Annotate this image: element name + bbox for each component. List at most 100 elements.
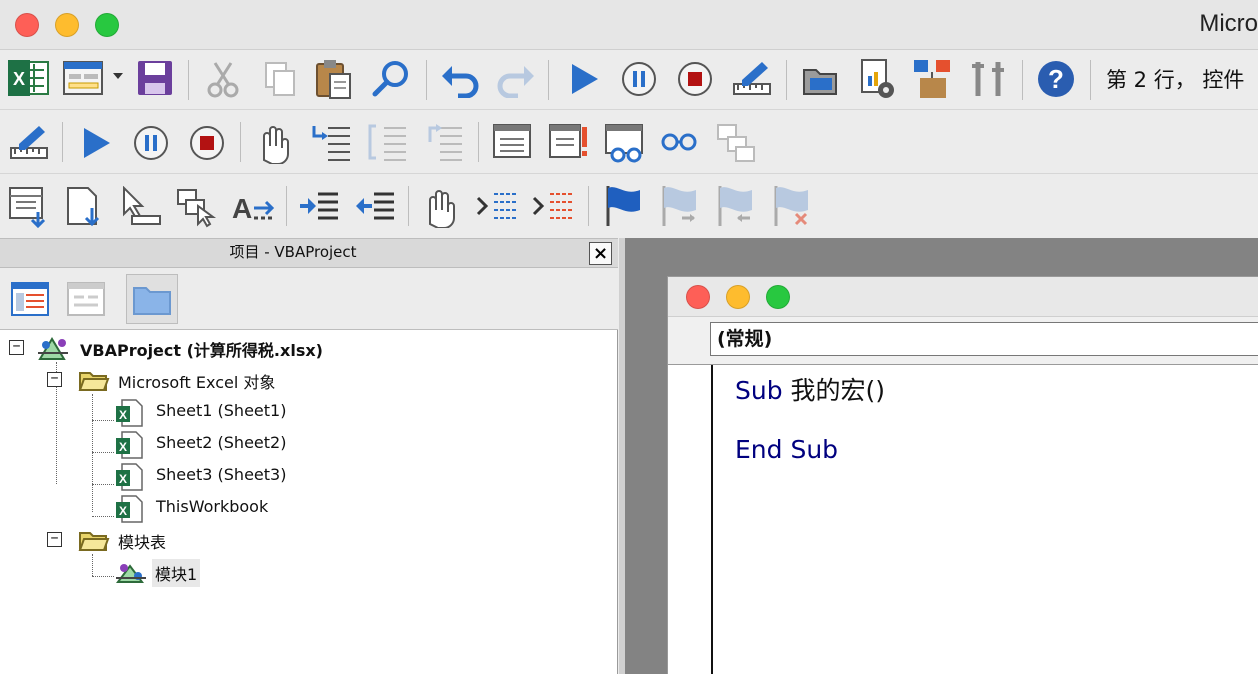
vba-editor-window: Micro X ? 第 2 行， 控件 A 项目 - VBAProject × … xyxy=(0,0,1258,674)
outdent-icon[interactable] xyxy=(354,190,396,224)
toolbar-separator xyxy=(548,60,549,100)
zoom-code-window-button[interactable] xyxy=(766,285,790,309)
step-into-icon[interactable] xyxy=(310,122,352,162)
folder-label: 模块表 xyxy=(118,533,167,552)
toolbar-separator xyxy=(408,186,409,226)
module-label: 模块1 xyxy=(152,559,201,587)
toolbar-separator xyxy=(478,122,479,162)
undo-icon[interactable] xyxy=(440,62,480,98)
collapse-toggle[interactable]: − xyxy=(9,340,24,355)
vbaproject-icon xyxy=(36,333,70,367)
reset-icon[interactable] xyxy=(188,124,226,162)
project-explorer-icon[interactable] xyxy=(800,60,840,98)
paste-icon[interactable] xyxy=(314,58,354,100)
collapse-toggle[interactable]: − xyxy=(47,532,62,547)
indent-icon[interactable] xyxy=(298,190,340,224)
close-code-window-button[interactable] xyxy=(686,285,710,309)
list-constants-icon[interactable] xyxy=(64,186,106,228)
run-icon[interactable] xyxy=(566,60,602,98)
copy-icon[interactable] xyxy=(260,59,300,99)
comment-block-icon[interactable] xyxy=(476,188,522,226)
excel-workbook-icon: X xyxy=(114,494,146,528)
toolbar-separator xyxy=(62,122,63,162)
debug-toolbar xyxy=(0,110,1258,174)
design-mode-icon[interactable] xyxy=(732,58,772,98)
view-code-icon[interactable] xyxy=(4,274,56,324)
quick-watch-icon[interactable] xyxy=(660,128,698,156)
toggle-breakpoint-icon[interactable] xyxy=(254,122,292,164)
code-window: (常规) Sub 我的宏() End Sub xyxy=(667,276,1258,674)
step-over-icon[interactable] xyxy=(366,122,408,162)
previous-bookmark-icon[interactable] xyxy=(714,184,756,228)
next-bookmark-icon[interactable] xyxy=(658,184,700,228)
minimize-window-button[interactable] xyxy=(55,13,79,37)
help-icon[interactable]: ? xyxy=(1036,59,1076,99)
toolbar-separator xyxy=(786,60,787,100)
toggle-folders-icon[interactable] xyxy=(126,274,178,324)
code-margin xyxy=(711,365,713,674)
cursor-position-status: 第 2 行， 控件 xyxy=(1106,68,1245,92)
edit-toolbar: A xyxy=(0,174,1258,238)
sheet-label: Sheet2 (Sheet2) xyxy=(156,433,287,452)
quick-info-icon[interactable] xyxy=(120,186,162,228)
tree-connector xyxy=(92,576,114,577)
save-icon[interactable] xyxy=(136,59,174,97)
list-properties-icon[interactable] xyxy=(8,186,50,228)
watch-window-icon[interactable] xyxy=(604,123,646,163)
svg-text:X: X xyxy=(119,408,127,422)
toolbar-separator xyxy=(588,186,589,226)
close-panel-button[interactable]: × xyxy=(589,242,612,265)
folder-label: Microsoft Excel 对象 xyxy=(118,373,276,392)
clear-bookmarks-icon[interactable] xyxy=(770,184,812,228)
toolbar-separator xyxy=(1090,60,1091,100)
immediate-window-icon[interactable] xyxy=(548,123,590,161)
tree-connector xyxy=(92,452,114,453)
zoom-window-button[interactable] xyxy=(95,13,119,37)
find-icon[interactable] xyxy=(370,58,412,100)
excel-sheet-icon: X xyxy=(114,462,146,496)
locals-window-icon[interactable] xyxy=(492,123,532,161)
toolbox-icon[interactable] xyxy=(968,58,1008,100)
object-browser-icon[interactable] xyxy=(912,58,952,100)
code-line[interactable]: Sub 我的宏() xyxy=(735,371,885,407)
folder-open-icon xyxy=(78,527,110,557)
step-out-icon[interactable] xyxy=(422,122,464,162)
complete-word-icon[interactable]: A xyxy=(230,188,276,226)
run-icon[interactable] xyxy=(78,124,114,162)
reset-icon[interactable] xyxy=(676,60,714,98)
redo-icon[interactable] xyxy=(496,62,536,98)
object-dropdown[interactable]: (常规) xyxy=(710,322,1258,356)
chevron-down-icon[interactable] xyxy=(113,72,123,80)
collapse-toggle[interactable]: − xyxy=(47,372,62,387)
insert-userform-icon[interactable] xyxy=(62,60,108,98)
toggle-bookmark-icon[interactable] xyxy=(602,184,644,228)
excel-icon[interactable]: X xyxy=(6,58,50,98)
workbook-label: ThisWorkbook xyxy=(156,497,269,516)
view-object-icon[interactable] xyxy=(60,274,112,324)
toolbar-separator xyxy=(240,122,241,162)
close-window-button[interactable] xyxy=(15,13,39,37)
svg-text:?: ? xyxy=(1048,64,1064,94)
project-name: VBAProject xyxy=(80,341,182,360)
svg-text:X: X xyxy=(119,472,127,486)
tree-connector xyxy=(92,484,114,485)
code-line[interactable]: End Sub xyxy=(735,435,838,464)
project-explorer-panel: 项目 - VBAProject × − VBAProject (计算所得税.xl… xyxy=(0,238,618,674)
parameter-info-icon[interactable] xyxy=(176,186,218,228)
properties-icon[interactable] xyxy=(856,58,898,100)
design-mode-icon[interactable] xyxy=(9,122,49,162)
minimize-code-window-button[interactable] xyxy=(726,285,750,309)
toolbar-separator xyxy=(286,186,287,226)
module-icon xyxy=(114,558,148,592)
svg-text:A: A xyxy=(232,193,252,224)
break-icon[interactable] xyxy=(132,124,170,162)
project-file: (计算所得税.xlsx) xyxy=(181,341,323,360)
uncomment-block-icon[interactable] xyxy=(532,188,578,226)
tree-connector xyxy=(92,420,114,421)
cut-icon[interactable] xyxy=(203,59,243,99)
svg-text:X: X xyxy=(13,69,25,89)
break-icon[interactable] xyxy=(620,60,658,98)
toggle-breakpoint-icon[interactable] xyxy=(420,186,458,228)
code-text: 我的宏() xyxy=(782,376,886,405)
call-stack-icon[interactable] xyxy=(716,123,756,163)
